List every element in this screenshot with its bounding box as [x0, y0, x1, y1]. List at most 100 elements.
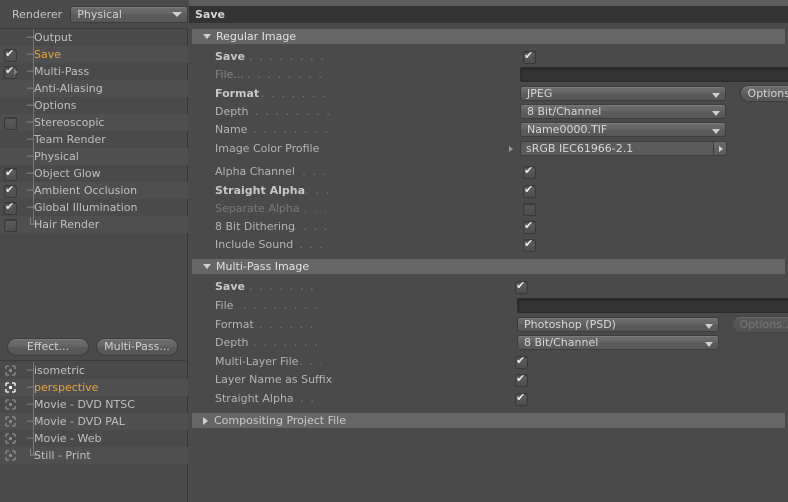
- tree-item-label: Output: [34, 31, 73, 44]
- checkbox-mp-layer-suffix[interactable]: [515, 372, 528, 387]
- tree-item-output[interactable]: ─ Output: [0, 29, 188, 46]
- label-mp-file: File: [215, 299, 234, 312]
- tree-item-label: Hair Render: [34, 218, 100, 231]
- render-preset-icon[interactable]: [5, 416, 16, 427]
- preset-item-movie-web[interactable]: ─ Movie - Web: [0, 430, 188, 447]
- checkbox-regular-save[interactable]: [523, 49, 536, 64]
- tree-button-row: Effect... Multi-Pass...: [0, 336, 188, 358]
- expand-right-icon[interactable]: [509, 146, 513, 152]
- field-mp-format: Format . . . . . . . . . . Photoshop (PS…: [189, 316, 788, 333]
- dropdown-regular-format[interactable]: JPEG: [520, 86, 726, 101]
- field-mp-depth: Depth . . . . . . . . . . . 8 Bit/Channe…: [189, 334, 788, 351]
- tree-item-checkbox[interactable]: [4, 219, 17, 232]
- render-preset-icon[interactable]: [5, 365, 16, 376]
- input-regular-file[interactable]: [520, 67, 788, 82]
- group-header-regular-image[interactable]: Regular Image: [192, 29, 785, 44]
- render-preset-list: ─ isometric ─ perspective ─ Movie - DVD NTSC ─…: [0, 362, 188, 464]
- label-mp-format: Format: [215, 318, 254, 331]
- value-regular-color-profile-box[interactable]: sRGB IEC61966-2.1: [520, 141, 718, 156]
- dot-leader: . . . . . .: [293, 202, 329, 215]
- tree-item-checkbox[interactable]: [4, 200, 17, 215]
- label-mp-layer-suffix: Layer Name as Suffix: [215, 373, 333, 386]
- chevron-down-icon: [172, 12, 182, 17]
- field-regular-save: Save . . . . . . . . . . . . .: [189, 48, 788, 65]
- tree-item-hair-render[interactable]: └─ Hair Render: [0, 216, 188, 233]
- preset-item-isometric[interactable]: ─ isometric: [0, 362, 188, 379]
- effect-button[interactable]: Effect...: [7, 338, 89, 356]
- dropdown-mp-format[interactable]: Photoshop (PSD): [517, 317, 719, 332]
- checkbox-dithering[interactable]: [523, 219, 536, 234]
- checkbox-alpha-channel[interactable]: [523, 164, 536, 179]
- group-header-compositing-project-file[interactable]: Compositing Project File: [192, 413, 785, 428]
- dropdown-regular-depth[interactable]: 8 Bit/Channel: [520, 104, 726, 119]
- group-title: Compositing Project File: [214, 414, 346, 427]
- dot-leader: . . . . . . . . . .: [259, 318, 321, 331]
- checkbox-mp-multilayer[interactable]: [515, 354, 528, 369]
- tree-item-multi-pass[interactable]: ─Multi-Pass: [0, 63, 188, 80]
- label-regular-save: Save: [215, 50, 245, 63]
- dot-leader: . . . . . . . . . . . .: [255, 105, 329, 118]
- checkbox-mp-save[interactable]: [515, 279, 528, 294]
- render-settings-window: Renderer Physical ─Output─Save─Multi-Pas…: [0, 0, 788, 502]
- label-regular-format: Format: [215, 87, 260, 100]
- label-include-sound: Include Sound: [215, 238, 294, 251]
- tree-item-object-glow[interactable]: ─Object Glow: [0, 165, 188, 182]
- checkbox-straight-alpha[interactable]: [523, 183, 536, 198]
- tree-item-anti-aliasing[interactable]: ─ Anti-Aliasing: [0, 80, 188, 97]
- tree-item-label: Stereoscopic: [34, 116, 105, 129]
- regular-options-button[interactable]: Options...: [740, 85, 788, 102]
- tree-item-checkbox[interactable]: [4, 166, 17, 181]
- dot-leader: . . . . . . . . . . . . .: [247, 68, 329, 81]
- value-mp-format: Photoshop (PSD): [524, 318, 616, 331]
- dot-leader: . . . . . . . . . . . .: [253, 123, 329, 136]
- chevron-down-icon: [705, 324, 713, 329]
- label-mp-straight-alpha: Straight Alpha: [215, 392, 294, 405]
- color-profile-menu-button[interactable]: [713, 141, 727, 156]
- multi-pass-button[interactable]: Multi-Pass...: [96, 338, 178, 356]
- value-regular-format: JPEG: [527, 87, 553, 100]
- chevron-down-icon: [712, 129, 720, 134]
- render-preset-icon[interactable]: [5, 450, 16, 461]
- chevron-down-icon: [203, 264, 211, 269]
- render-preset-icon[interactable]: [5, 433, 16, 444]
- preset-item-label: Movie - Web: [34, 432, 102, 445]
- tree-item-team-render[interactable]: ─ Team Render: [0, 131, 188, 148]
- tree-item-options[interactable]: ─ Options: [0, 97, 188, 114]
- label-mp-save: Save: [215, 280, 245, 293]
- field-regular-name: Name . . . . . . . . . . . . Name0000.TI…: [189, 121, 788, 138]
- render-preset-icon[interactable]: [5, 382, 16, 393]
- dot-leader: . . . . . . . . . . . .: [249, 280, 321, 293]
- render-preset-icon[interactable]: [5, 399, 16, 410]
- input-mp-file[interactable]: [517, 298, 788, 313]
- field-mp-layer-suffix: Layer Name as Suffix: [189, 371, 788, 388]
- label-alpha-channel: Alpha Channel: [215, 165, 295, 178]
- tree-item-stereoscopic[interactable]: ─ Stereoscopic: [0, 114, 188, 131]
- checkbox-mp-straight-alpha[interactable]: [515, 391, 528, 406]
- tree-item-physical[interactable]: ─ Physical: [0, 148, 188, 165]
- tree-item-ambient-occlusion[interactable]: ─Ambient Occlusion: [0, 182, 188, 199]
- tree-item-save[interactable]: ─Save: [0, 46, 188, 63]
- dot-leader: . . . . . . . . . . .: [261, 87, 329, 100]
- tree-item-checkbox[interactable]: [4, 47, 17, 62]
- preset-item-perspective[interactable]: ─ perspective: [0, 379, 188, 396]
- preset-item-still-print[interactable]: └─ Still - Print: [0, 447, 188, 464]
- group-header-multipass-image[interactable]: Multi-Pass Image: [192, 259, 785, 274]
- dropdown-regular-name[interactable]: Name0000.TIF: [520, 122, 726, 137]
- renderer-row: Renderer Physical: [0, 0, 188, 29]
- tree-item-label: Anti-Aliasing: [34, 82, 103, 95]
- chevron-right-icon[interactable]: [14, 69, 18, 75]
- dot-leader: . . . . . . . . . . . . .: [243, 299, 321, 312]
- tree-item-checkbox[interactable]: [4, 183, 17, 198]
- dot-leader: . . . . . . .: [293, 220, 329, 233]
- chevron-down-icon: [712, 111, 720, 116]
- dot-leader: . . . .: [299, 355, 321, 368]
- checkbox-include-sound[interactable]: [523, 237, 536, 252]
- dropdown-mp-depth[interactable]: 8 Bit/Channel: [517, 335, 719, 350]
- preset-item-movie-dvd-ntsc[interactable]: ─ Movie - DVD NTSC: [0, 396, 188, 413]
- field-mp-straight-alpha: Straight Alpha . . . . .: [189, 390, 788, 407]
- tree-item-checkbox[interactable]: [4, 117, 17, 130]
- renderer-dropdown[interactable]: Physical: [70, 5, 188, 23]
- preset-item-movie-dvd-pal[interactable]: ─ Movie - DVD PAL: [0, 413, 188, 430]
- tree-item-global-illumination[interactable]: ─Global Illumination: [0, 199, 188, 216]
- tree-item-label: Save: [34, 48, 62, 61]
